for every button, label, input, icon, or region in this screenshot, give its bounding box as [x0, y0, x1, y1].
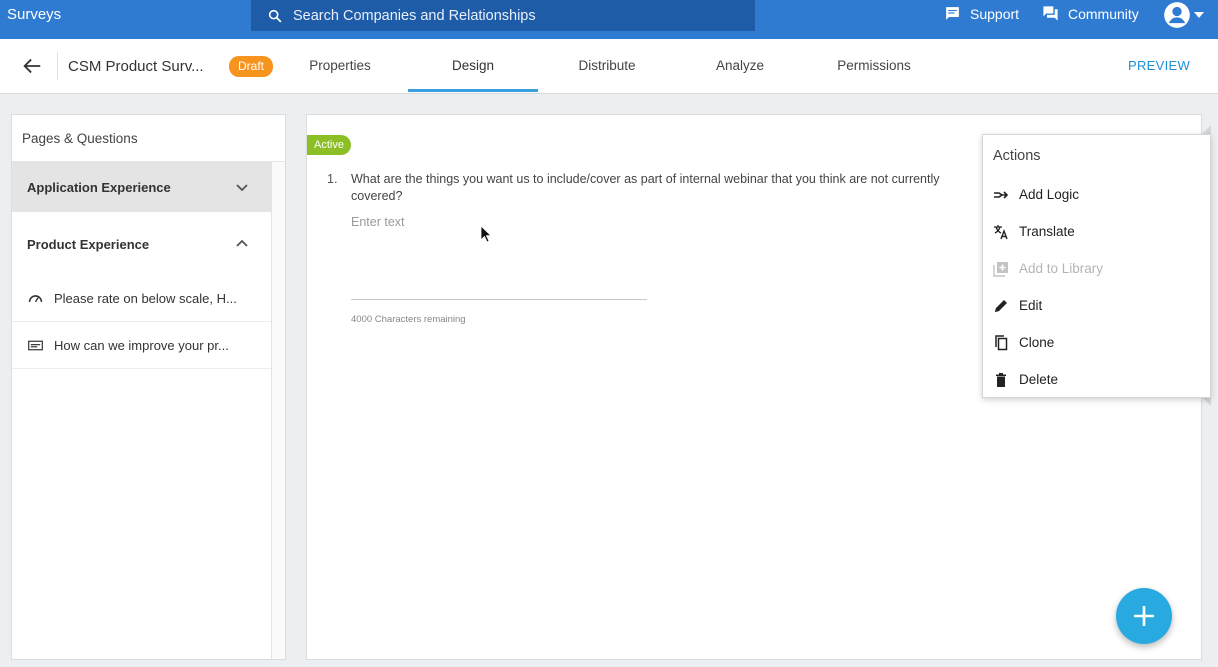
actions-menu: Actions Add Logic Translate Add to Libra…	[982, 134, 1211, 398]
add-to-library-menu-item[interactable]: Add to Library	[983, 250, 1212, 287]
delete-menu-item[interactable]: Delete	[983, 361, 1212, 398]
tab-properties[interactable]: Properties	[300, 39, 380, 92]
library-add-icon	[993, 261, 1008, 277]
section-label: Product Experience	[27, 236, 150, 252]
global-search[interactable]: Search Companies and Relationships	[251, 0, 755, 31]
active-tag: Active	[307, 135, 351, 155]
question-item[interactable]: Please rate on below scale, H...	[12, 275, 271, 322]
chevron-up-icon[interactable]	[236, 238, 248, 250]
text-field-icon	[28, 340, 43, 350]
characters-remaining: 4000 Characters remaining	[351, 314, 466, 325]
community-link[interactable]: Community	[1042, 5, 1139, 22]
section-application-experience[interactable]: Application Experience	[12, 162, 271, 212]
pencil-icon	[995, 299, 1007, 312]
add-question-button[interactable]	[1116, 588, 1172, 644]
section-label: Application Experience	[27, 179, 171, 195]
clone-menu-item[interactable]: Clone	[983, 324, 1212, 361]
user-menu[interactable]	[1163, 1, 1204, 29]
mouse-cursor-icon	[480, 225, 492, 243]
section-product-experience[interactable]: Product Experience	[12, 219, 271, 269]
translate-menu-item[interactable]: Translate	[983, 213, 1212, 250]
question-number: 1.	[327, 172, 338, 186]
question-text: What are the things you want us to inclu…	[351, 172, 940, 203]
search-icon	[268, 9, 282, 22]
top-bar: Surveys Search Companies and Relationshi…	[0, 0, 1218, 39]
community-label: Community	[1068, 5, 1139, 22]
tab-analyze[interactable]: Analyze	[704, 39, 776, 92]
actions-title: Actions	[993, 148, 1041, 164]
question-label: How can we improve your pr...	[54, 337, 229, 353]
support-label: Support	[970, 5, 1020, 22]
scrollbar[interactable]	[271, 162, 285, 659]
tab-design[interactable]: Design	[408, 39, 538, 92]
divider	[57, 52, 58, 80]
menu-notch	[1202, 125, 1211, 134]
avatar-icon	[1164, 2, 1190, 28]
pages-questions-panel: Pages & Questions Application Experience…	[11, 114, 286, 660]
panel-title: Pages & Questions	[12, 115, 285, 162]
support-link[interactable]: Support	[944, 5, 1019, 22]
back-arrow-icon[interactable]	[21, 55, 43, 77]
question-item[interactable]: How can we improve your pr...	[12, 322, 271, 369]
copy-icon	[995, 334, 1008, 350]
tab-distribute[interactable]: Distribute	[567, 39, 647, 92]
preview-button[interactable]: PREVIEW	[1128, 58, 1190, 73]
chevron-down-icon	[1194, 12, 1204, 18]
chat-icon	[946, 7, 959, 20]
menu-item-label: Add Logic	[1019, 187, 1080, 202]
plus-icon	[1134, 606, 1154, 626]
translate-icon	[994, 224, 1008, 239]
chevron-down-icon[interactable]	[236, 181, 248, 193]
add-logic-menu-item[interactable]: Add Logic	[983, 176, 1212, 213]
gauge-icon	[28, 294, 43, 302]
survey-header: CSM Product Surv... Draft Properties Des…	[0, 39, 1218, 94]
search-placeholder: Search Companies and Relationships	[293, 7, 536, 24]
edit-menu-item[interactable]: Edit	[983, 287, 1212, 324]
menu-item-label: Translate	[1019, 224, 1075, 239]
status-badge: Draft	[229, 56, 274, 77]
trash-icon	[996, 372, 1006, 387]
tab-permissions[interactable]: Permissions	[830, 39, 918, 92]
survey-title: CSM Product Surv...	[68, 58, 204, 75]
forum-icon	[1043, 6, 1058, 21]
logic-icon	[994, 190, 1009, 199]
question-label: Please rate on below scale, H...	[54, 290, 237, 306]
app-title[interactable]: Surveys	[7, 6, 61, 23]
menu-item-label: Delete	[1019, 372, 1059, 387]
menu-notch	[1202, 397, 1211, 406]
menu-item-label: Edit	[1019, 298, 1043, 313]
menu-item-label: Clone	[1019, 335, 1055, 350]
answer-textarea[interactable]	[351, 215, 647, 300]
menu-item-label: Add to Library	[1019, 261, 1104, 276]
